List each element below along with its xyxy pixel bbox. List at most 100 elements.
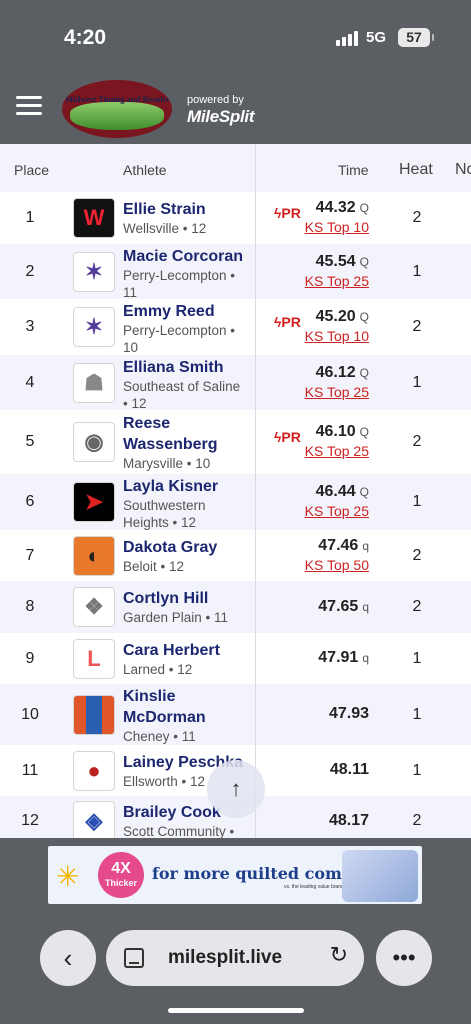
scroll-top-button[interactable]: ↑ [207,760,265,818]
ad-banner[interactable]: ✳ 4X Thicker for more quilted comfort. v… [48,846,422,904]
ellsworth-logo[interactable]: ● [73,750,115,791]
place-cell: 6 [25,493,35,510]
menu-icon[interactable] [16,96,42,116]
athlete-name[interactable]: Cortlyn Hill [123,588,253,609]
time-value: 48.17 [328,811,369,829]
network-label: 5G [366,29,387,46]
southwestern-heights-logo[interactable]: ➤ [73,482,115,522]
athlete-school: Perry-Lecompton • [123,323,236,338]
athlete-cell: Ellie Strain Wellsville • 12 [123,199,253,237]
ad-badge: 4X Thicker [98,852,144,898]
athlete-name[interactable]: Emmy Reed [123,301,253,322]
pr-label: PR [281,205,301,221]
athlete-name[interactable]: Reese [123,413,253,434]
table-row[interactable]: 8 ❖ Cortlyn Hill Garden Plain • 11 47.65 q 2 [0,581,471,633]
time-value: 45.20 [315,308,356,325]
garden-plain-logo[interactable]: ❖ [73,587,115,627]
marysville-logo[interactable]: ◉ [73,422,115,462]
athlete-cell: Layla Kisner Southwestern Heights • 12 [123,476,253,531]
place-cell: 5 [25,433,35,450]
site-header: Midwest Timing and Results powered by Mi… [0,74,471,144]
table-row[interactable]: 7 ◐ Dakota Gray Beloit • 12 47.46 q KS Top 50 2 [0,530,471,581]
athlete-name[interactable]: Layla Kisner [123,476,253,497]
heat-cell: 1 [412,649,422,667]
more-button[interactable]: ••• [376,930,432,986]
time-value: 47.65 [318,597,359,615]
state-rank-link[interactable]: KS Top 25 [305,273,369,289]
athlete-name[interactable]: Cara Herbert [123,640,253,661]
col-time[interactable]: Time [338,162,369,178]
col-athlete[interactable]: Athlete [123,162,167,178]
athlete-cell: Emmy Reed Perry-Lecompton • 10 [123,301,253,356]
state-rank-link[interactable]: KS Top 10 [305,219,369,235]
athlete-school: Larned • 12 [123,661,193,677]
athlete-name[interactable]: Dakota Gray [123,537,253,558]
url-text: milesplit.live [168,947,283,968]
ad-subtext: vs. the leading value brand [284,884,344,890]
time-value: 48.11 [329,761,369,778]
reader-icon[interactable] [124,948,144,968]
table-row[interactable]: 6 ➤ Layla Kisner Southwestern Heights • 12 46… [0,474,471,530]
table-row[interactable]: 10 Kinslie McDorman Cheney • 11 47.93 1 [0,684,471,745]
perry-lecompton-logo[interactable]: ✶ [73,251,115,292]
qualifier-mark: q [362,599,369,614]
cheney-logo[interactable] [73,694,115,735]
table-row[interactable]: 2 ✶ Macie Corcoran Perry-Lecompton • 11 45.54… [0,244,471,301]
athlete-school: Perry-Lecompton • [123,268,236,283]
athlete-cell: Cara Herbert Larned • 12 [123,640,253,678]
table-row[interactable]: 5 ◉ Reese Wassenberg Marysville • 10 ϟPR 46.10… [0,410,471,474]
state-rank-link[interactable]: KS Top 50 [305,557,369,573]
athlete-cell: Cortlyn Hill Garden Plain • 11 [123,588,253,626]
southeast-saline-logo[interactable]: ☗ [73,362,115,403]
heat-cell: 2 [412,433,422,450]
results-table: Place Athlete Time Heat No 1WEllie Strai… [0,144,471,838]
athlete-cell: Macie Corcoran Perry-Lecompton • 11 [123,246,253,301]
state-rank-link[interactable]: KS Top 10 [305,328,369,344]
beloit-logo[interactable]: ◐ [73,535,115,576]
time-cell: 47.65 q [318,598,369,616]
table-row[interactable]: 9 L Cara Herbert Larned • 12 47.91 q 1 [0,633,471,684]
athlete-school: Cheney • 11 [123,729,196,744]
place-cell: 11 [21,761,39,779]
heat-cell: 2 [412,598,422,615]
time-cell: 47.91 q [318,649,369,667]
athlete-name[interactable]: Kinslie [123,686,253,707]
time-cell: 47.46 q KS Top 50 [305,537,369,573]
status-time: 4:20 [64,26,107,49]
table-row[interactable]: 1 W Ellie Strain Wellsville • 12 ϟPR 44.32 Q KS… [0,192,471,244]
state-rank-link[interactable]: KS Top 25 [305,384,369,400]
address-bar[interactable]: milesplit.live ↻ [106,930,364,986]
time-cell: 48.11 [330,761,369,779]
athlete-name[interactable]: Ellie Strain [123,199,253,220]
wellsville-logo[interactable]: W [73,198,115,238]
heat-cell: 2 [412,318,422,335]
col-place[interactable]: Place [14,162,49,178]
ellipsis-icon: ••• [392,945,416,970]
larned-logo[interactable]: L [73,638,115,679]
perry-lecompton-logo[interactable]: ✶ [73,307,115,347]
athlete-school: Marysville • 10 [123,455,211,471]
athlete-name[interactable]: McDorman [123,707,253,728]
col-heat[interactable]: Heat [399,161,433,179]
state-rank-link[interactable]: KS Top 25 [305,503,369,519]
reload-icon[interactable]: ↻ [330,942,348,968]
athlete-name[interactable]: Macie Corcoran [123,246,253,267]
table-row[interactable]: 3 ✶ Emmy Reed Perry-Lecompton • 10 ϟPR 45.20 Q K… [0,299,471,355]
time-value: 47.93 [328,705,369,722]
table-row[interactable]: 4 ☗ Elliana Smith Southeast of Saline • 12 46… [0,355,471,411]
athlete-cell: Reese Wassenberg Marysville • 10 [123,413,253,472]
state-rank-link[interactable]: KS Top 25 [305,443,369,459]
athlete-name[interactable]: Wassenberg [123,434,253,455]
milesplit-logo[interactable]: MileSplit [187,107,255,127]
scott-community-logo[interactable]: ◈ [73,801,115,838]
back-button[interactable]: ‹ [40,930,96,986]
athlete-school: Southeast of Saline [123,379,241,394]
time-cell: 46.44 Q KS Top 25 [305,483,369,519]
meet-logo[interactable]: Midwest Timing and Results [62,80,172,138]
ad-banner-area: ✳ 4X Thicker for more quilted comfort. v… [0,838,471,916]
col-next[interactable]: No [455,161,471,179]
table-header: Place Athlete Time Heat No [0,144,471,192]
athlete-cell: Kinslie McDorman Cheney • 11 [123,686,253,745]
athlete-name[interactable]: Elliana Smith [123,357,253,378]
time-value: 45.54 [315,252,356,270]
